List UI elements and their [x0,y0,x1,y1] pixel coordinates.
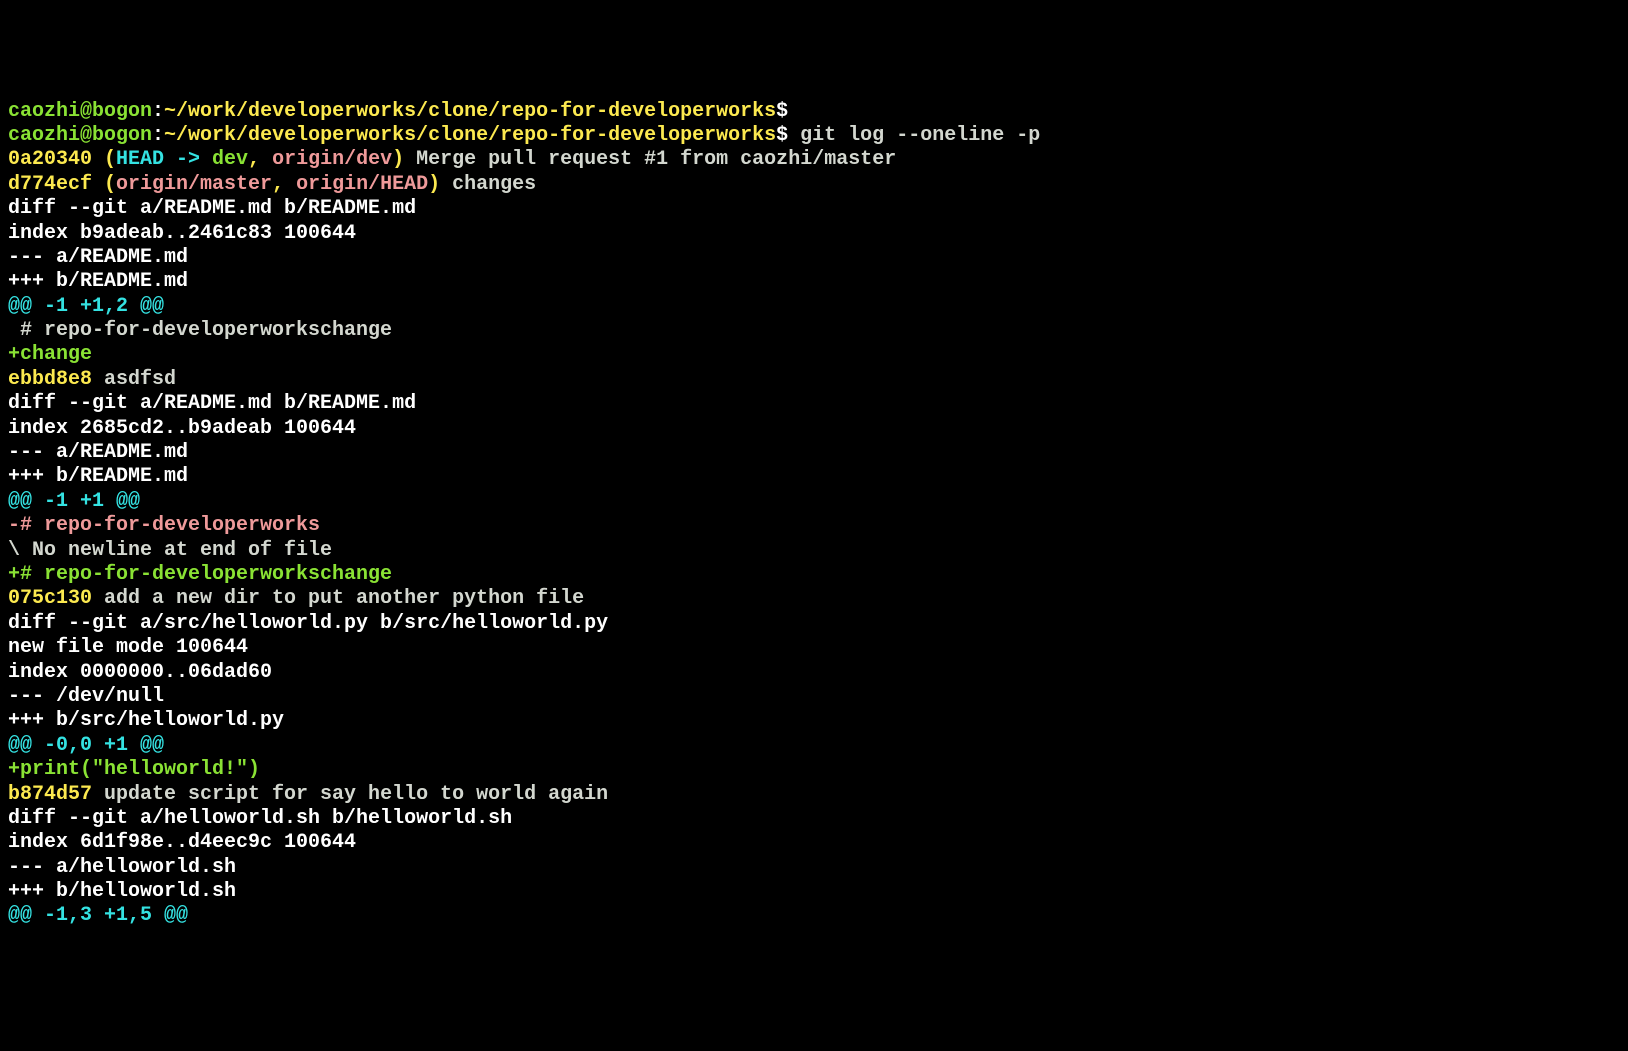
diff-index: index 6d1f98e..d4eec9c 100644 [8,831,1620,855]
diff-context: # repo-for-developerworkschange [8,319,1620,343]
remote-ref: origin/master [116,173,272,196]
diff-hunk: @@ -1,3 +1,5 @@ [8,904,1620,928]
diff-index: index 0000000..06dad60 [8,661,1620,685]
comma: , [272,173,296,196]
diff-added-file: +++ b/README.md [8,270,1620,294]
commit-line-3: ebbd8e8 asdfsd [8,368,1620,392]
diff-header: diff --git a/helloworld.sh b/helloworld.… [8,807,1620,831]
commit-hash: b874d57 [8,783,92,806]
paren-open: ( [92,173,116,196]
prompt-sep2: $ [776,124,788,147]
head-ref: HEAD -> [116,148,212,171]
diff-removed-file: --- /dev/null [8,685,1620,709]
diff-header: diff --git a/README.md b/README.md [8,392,1620,416]
commit-line-2: d774ecf (origin/master, origin/HEAD) cha… [8,173,1620,197]
commit-hash: 075c130 [8,587,92,610]
prompt-user-host: caozhi@bogon [8,124,152,147]
terminal-output[interactable]: caozhi@bogon:~/work/developerworks/clone… [8,100,1620,929]
prompt-sep2: $ [776,100,788,123]
diff-index: index b9adeab..2461c83 100644 [8,222,1620,246]
remote-ref: origin/HEAD [296,173,428,196]
branch-name: dev [212,148,248,171]
prompt-path: ~/work/developerworks/clone/repo-for-dev… [164,124,776,147]
diff-added-file: +++ b/helloworld.sh [8,880,1620,904]
commit-message: add a new dir to put another python file [92,587,584,610]
commit-hash: d774ecf [8,173,92,196]
prompt-path: ~/work/developerworks/clone/repo-for-dev… [164,100,776,123]
commit-hash: 0a20340 [8,148,92,171]
prompt-line-2: caozhi@bogon:~/work/developerworks/clone… [8,124,1620,148]
diff-index: index 2685cd2..b9adeab 100644 [8,417,1620,441]
comma: , [248,148,272,171]
commit-message: Merge pull request #1 from caozhi/master [404,148,896,171]
command-text: git log --oneline -p [788,124,1040,147]
prompt-sep: : [152,124,164,147]
diff-new-file: new file mode 100644 [8,636,1620,660]
diff-added: +print("helloworld!") [8,758,1620,782]
diff-added-file: +++ b/src/helloworld.py [8,709,1620,733]
commit-line-1: 0a20340 (HEAD -> dev, origin/dev) Merge … [8,148,1620,172]
diff-hunk: @@ -1 +1,2 @@ [8,295,1620,319]
prompt-sep: : [152,100,164,123]
diff-removed-file: --- a/README.md [8,441,1620,465]
prompt-user-host: caozhi@bogon [8,100,152,123]
diff-removed-file: --- a/README.md [8,246,1620,270]
diff-hunk: @@ -0,0 +1 @@ [8,734,1620,758]
diff-added: +# repo-for-developerworkschange [8,563,1620,587]
commit-message: changes [440,173,536,196]
commit-message: asdfsd [92,368,176,391]
diff-hunk: @@ -1 +1 @@ [8,490,1620,514]
diff-header: diff --git a/README.md b/README.md [8,197,1620,221]
commit-message: update script for say hello to world aga… [92,783,608,806]
paren-open: ( [92,148,116,171]
paren-close: ) [392,148,404,171]
diff-header: diff --git a/src/helloworld.py b/src/hel… [8,612,1620,636]
commit-line-4: 075c130 add a new dir to put another pyt… [8,587,1620,611]
prompt-line-1: caozhi@bogon:~/work/developerworks/clone… [8,100,1620,124]
diff-removed-file: --- a/helloworld.sh [8,856,1620,880]
commit-line-5: b874d57 update script for say hello to w… [8,783,1620,807]
paren-close: ) [428,173,440,196]
diff-added: +change [8,343,1620,367]
diff-added-file: +++ b/README.md [8,465,1620,489]
diff-removed: -# repo-for-developerworks [8,514,1620,538]
remote-ref: origin/dev [272,148,392,171]
commit-hash: ebbd8e8 [8,368,92,391]
diff-no-newline: \ No newline at end of file [8,539,1620,563]
